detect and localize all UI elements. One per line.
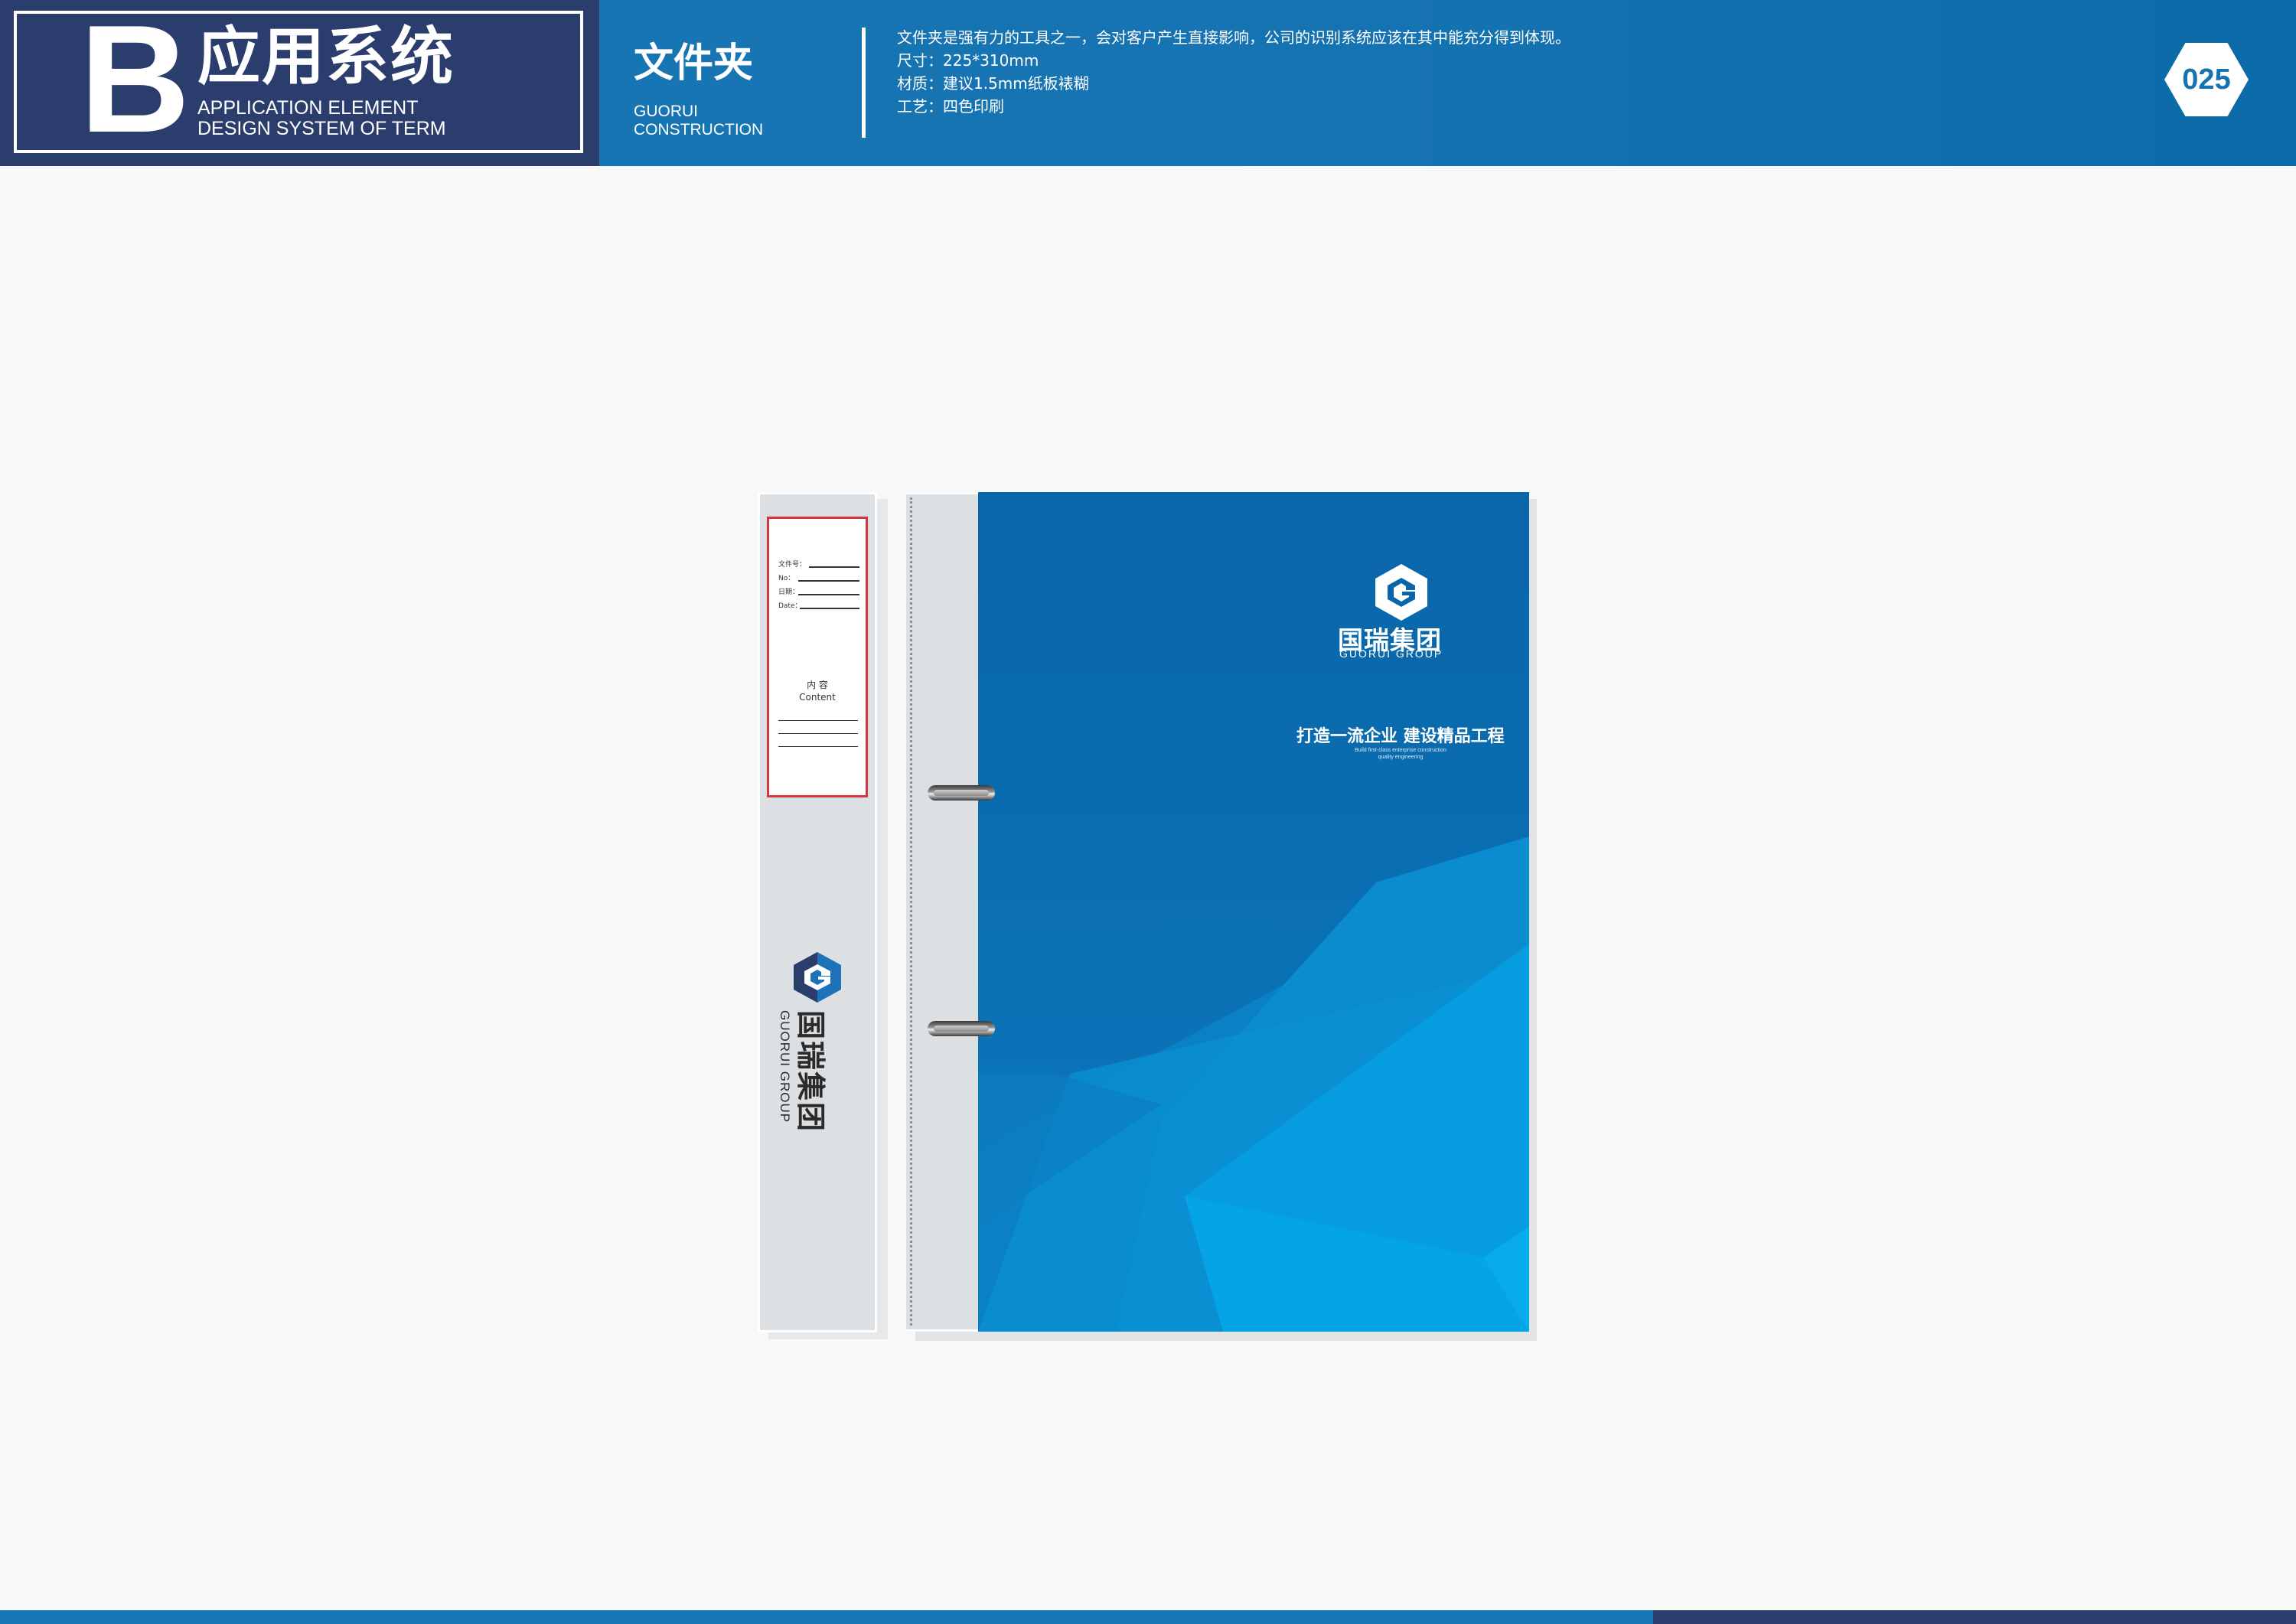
description-line: 材质：建议1.5mm纸板裱糊 — [897, 74, 1089, 93]
binder-ring-bottom — [928, 1021, 995, 1036]
label-field-date: Date： — [778, 602, 802, 610]
label-line — [778, 720, 858, 721]
ring-inner — [934, 1026, 989, 1032]
section-letter: B — [80, 0, 191, 165]
spine-brand-logo-icon — [794, 952, 841, 1003]
spine-brand-name: 国瑞集团 GUORUI GROUP — [777, 1010, 834, 1133]
section-brand-block: B 应用系统 APPLICATION ELEMENT DESIGN SYSTEM… — [0, 0, 599, 166]
description-line: 工艺：四色印刷 — [897, 97, 1004, 116]
header-divider — [862, 28, 866, 138]
spine-label-card: 文件号： No： 日期： Date： 内 容 Content — [767, 517, 868, 797]
label-line — [798, 594, 859, 595]
label-line — [778, 746, 858, 747]
cover-slogan-en-line: Build first-class enterprise constructio… — [1355, 748, 1446, 753]
section-title: 应用系统 — [197, 21, 455, 93]
folder-stitch-line — [910, 497, 912, 1326]
cover-slogan: 打造一流企业 建设精品工程 — [1296, 727, 1505, 746]
binder-ring-top — [928, 785, 995, 801]
label-line — [800, 608, 859, 609]
item-subtitle: GUORUI CONSTRUCTION — [634, 103, 763, 139]
label-line — [809, 566, 859, 568]
description-line: 文件夹是强有力的工具之一，会对客户产生直接影响，公司的识别系统应该在其中能充分得… — [897, 28, 1570, 47]
ring-inner — [934, 790, 989, 796]
spine-brand-cn: 国瑞集团 — [794, 1010, 827, 1133]
page-header: B 应用系统 APPLICATION ELEMENT DESIGN SYSTEM… — [0, 0, 2296, 166]
spine-brand-en: GUORUI GROUP — [778, 1010, 792, 1123]
cover-background-graphic — [978, 492, 1529, 1332]
item-subtitle-line: GUORUI — [634, 103, 698, 120]
footer-bar-navy — [1653, 1610, 2296, 1624]
label-content-cn: 内 容 — [807, 680, 828, 690]
cover-slogan-en: Build first-class enterprise constructio… — [1301, 747, 1500, 761]
label-field-date-cn: 日期： — [778, 589, 800, 596]
label-content-en: Content — [799, 692, 836, 703]
label-field-doc-no: 文件号： — [778, 561, 807, 569]
page-number: 025 — [2182, 63, 2231, 96]
section-subtitle-line: DESIGN SYSTEM OF TERM — [197, 118, 446, 139]
item-title: 文件夹 — [634, 41, 754, 86]
label-field-no: No： — [778, 575, 795, 582]
folder-binding-strip — [906, 492, 980, 1332]
folder-cover — [978, 492, 1529, 1332]
cover-brand-en: GUORUI GROUP — [1339, 647, 1443, 660]
footer-bar-blue — [0, 1610, 1653, 1624]
section-subtitle: APPLICATION ELEMENT DESIGN SYSTEM OF TER… — [197, 98, 446, 139]
section-subtitle-line: APPLICATION ELEMENT — [197, 97, 419, 119]
label-line — [798, 580, 859, 582]
item-description: 文件夹是强有力的工具之一，会对客户产生直接影响，公司的识别系统应该在其中能充分得… — [897, 26, 1570, 118]
description-line: 尺寸：225*310mm — [897, 51, 1039, 70]
label-line — [778, 733, 858, 734]
item-subtitle-line: CONSTRUCTION — [634, 121, 764, 139]
cover-slogan-en-line: quality engineering — [1378, 755, 1424, 760]
cover-brand-logo-icon — [1375, 564, 1427, 621]
page-number-badge: 025 — [2164, 43, 2249, 116]
